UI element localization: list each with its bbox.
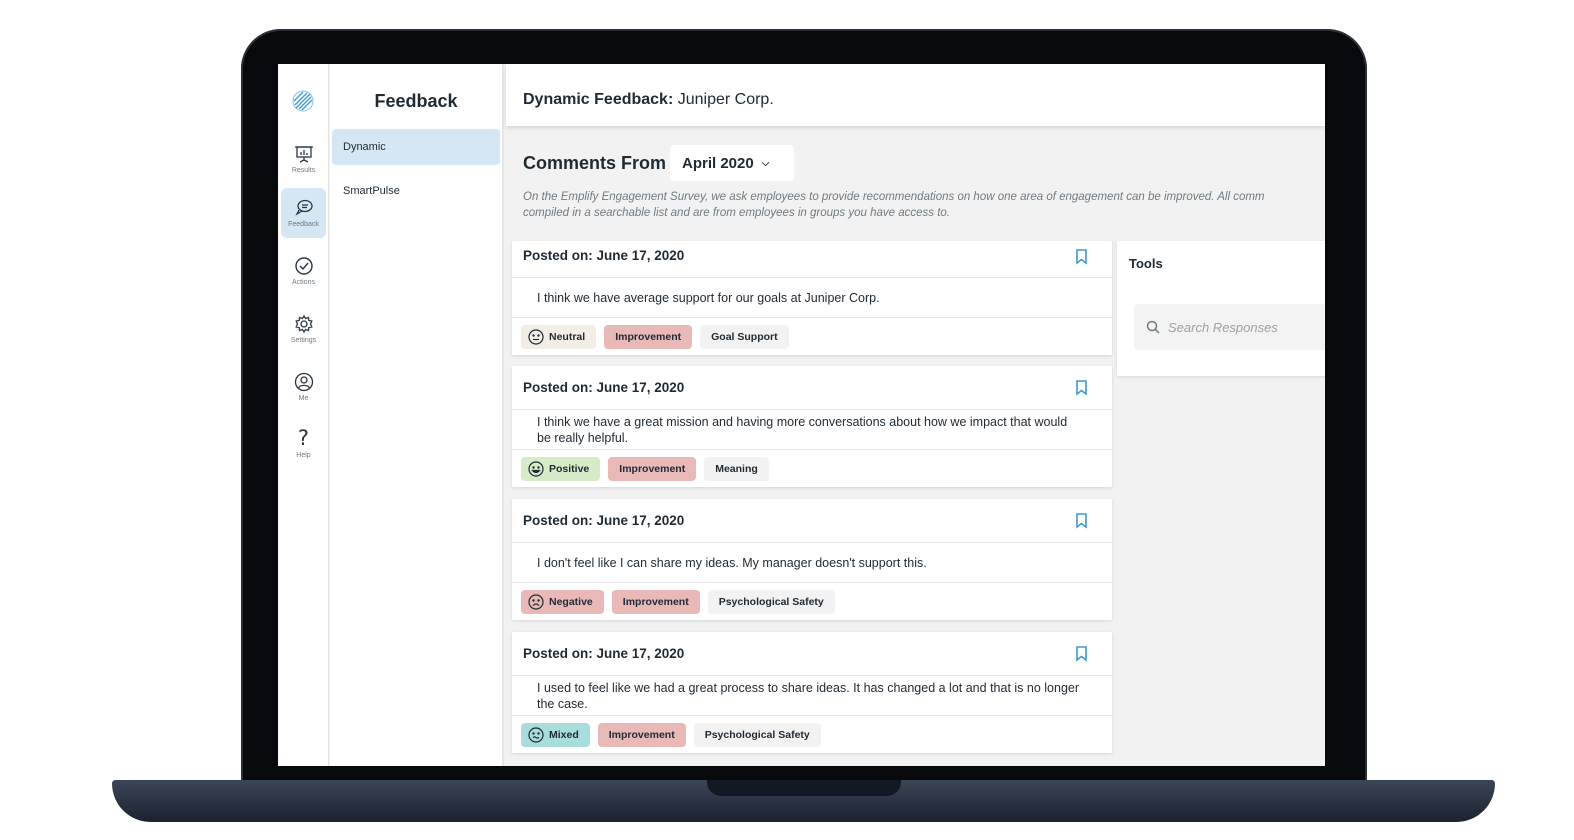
app-screen: Results Feedback Actions Settings Me ? H… (278, 64, 1325, 766)
card-date: Posted on: June 17, 2020 (523, 646, 685, 661)
user-circle-icon (294, 372, 313, 392)
survey-intro-text: On the Emplify Engagement Survey, we ask… (523, 189, 1325, 221)
feedback-card: Posted on: June 17, 2020 I don't feel li… (512, 499, 1112, 620)
improvement-tag[interactable]: Improvement (604, 324, 693, 349)
improvement-tag[interactable]: Improvement (611, 589, 700, 614)
tag-label: Negative (549, 595, 593, 608)
bookmark-icon[interactable] (1075, 646, 1088, 662)
neutral-face-icon (528, 328, 544, 345)
rail-item-label: Help (296, 452, 311, 459)
question-mark-icon: ? (297, 426, 310, 450)
rail-item-label: Me (298, 395, 309, 402)
survey-intro-line: compiled in a searchable list and are fr… (523, 207, 951, 219)
rail-item-feedback[interactable]: Feedback (281, 188, 326, 238)
rail-item-me[interactable]: Me (281, 362, 326, 412)
feedback-card: Posted on: June 17, 2020 I think we have… (512, 366, 1112, 487)
gear-icon (294, 314, 313, 334)
emplify-logo-icon (292, 90, 314, 112)
presentation-chart-icon (294, 146, 313, 163)
tag-label: Mixed (549, 728, 579, 741)
topic-tag[interactable]: Goal Support (700, 324, 789, 349)
card-date: Posted on: June 17, 2020 (523, 248, 685, 263)
bookmark-icon[interactable] (1075, 249, 1088, 265)
bookmark-icon[interactable] (1075, 513, 1088, 529)
comments-from-label: Comments From (523, 153, 667, 173)
subnav-item-dynamic[interactable]: Dynamic (332, 129, 500, 165)
search-icon (1146, 320, 1160, 334)
rail-item-settings[interactable]: Settings (281, 304, 326, 354)
card-tags: Mixed Improvement Psychological Safety (512, 716, 1112, 753)
page-title-company: Juniper Corp. (673, 91, 774, 108)
card-comment: I don't feel like I can share my ideas. … (512, 543, 1112, 583)
topic-tag[interactable]: Psychological Safety (693, 722, 821, 747)
rail-item-label: Feedback (288, 221, 319, 228)
sentiment-tag[interactable]: Neutral (521, 324, 597, 349)
card-tags: Positive Improvement Meaning (512, 450, 1112, 487)
rail-item-actions[interactable]: Actions (281, 246, 326, 296)
sad-face-icon (528, 593, 544, 610)
month-select-value: April 2020 (682, 154, 754, 172)
sentiment-tag[interactable]: Positive (521, 456, 601, 481)
feedback-card: Posted on: June 17, 2020 I think we have… (512, 241, 1112, 355)
card-comment: I think we have average support for our … (512, 278, 1112, 318)
improvement-tag[interactable]: Improvement (608, 456, 697, 481)
card-tags: Negative Improvement Psychological Safet… (512, 583, 1112, 620)
improvement-tag[interactable]: Improvement (597, 722, 686, 747)
rail-item-results[interactable]: Results (281, 134, 326, 184)
laptop-notch (707, 780, 901, 796)
page-title-bold: Dynamic Feedback: (523, 91, 674, 108)
subnav-title: Feedback (374, 91, 458, 111)
mixed-face-icon (528, 726, 544, 743)
card-date: Posted on: June 17, 2020 (523, 513, 685, 528)
card-header: Posted on: June 17, 2020 (512, 632, 1112, 676)
card-header: Posted on: June 17, 2020 (512, 241, 1112, 278)
card-header: Posted on: June 17, 2020 (512, 499, 1112, 543)
icon-rail: Results Feedback Actions Settings Me ? H… (278, 64, 329, 766)
card-comment: I think we have a great mission and havi… (512, 410, 1112, 450)
search-input[interactable] (1168, 319, 1318, 335)
subnav-item-smartpulse[interactable]: SmartPulse (332, 173, 500, 209)
tag-label: Neutral (549, 330, 586, 343)
tools-title: Tools (1129, 256, 1163, 271)
card-header: Posted on: June 17, 2020 (512, 366, 1112, 410)
topic-tag[interactable]: Psychological Safety (707, 589, 835, 614)
search-box[interactable] (1134, 304, 1325, 350)
rail-item-label: Actions (292, 279, 315, 286)
page-title: Dynamic Feedback: Juniper Corp. (523, 91, 774, 109)
sentiment-tag[interactable]: Negative (521, 589, 604, 614)
survey-intro-line: On the Emplify Engagement Survey, we ask… (523, 191, 1265, 203)
card-date: Posted on: June 17, 2020 (523, 380, 685, 395)
feedback-subnav: Feedback Dynamic SmartPulse (330, 64, 504, 766)
tools-panel: Tools (1117, 241, 1325, 376)
feedback-card: Posted on: June 17, 2020 I used to feel … (512, 632, 1112, 753)
chevron-down-icon: ⌵ (761, 157, 770, 169)
rail-item-label: Results (291, 167, 316, 174)
sentiment-tag[interactable]: Mixed (521, 722, 590, 747)
card-tags: Neutral Improvement Goal Support (512, 318, 1112, 355)
chat-bubbles-icon (294, 199, 313, 216)
check-circle-icon (294, 257, 313, 275)
card-comment: I used to feel like we had a great proce… (512, 676, 1112, 716)
topic-tag[interactable]: Meaning (704, 456, 769, 481)
rail-item-label: Settings (290, 337, 317, 344)
tag-label: Positive (549, 462, 590, 475)
happy-face-icon (528, 460, 544, 477)
bookmark-icon[interactable] (1075, 380, 1088, 396)
month-select[interactable]: April 2020 ⌵ (670, 145, 794, 181)
main-header: Dynamic Feedback: Juniper Corp. (506, 64, 1325, 126)
rail-item-help[interactable]: ? Help (281, 418, 326, 468)
